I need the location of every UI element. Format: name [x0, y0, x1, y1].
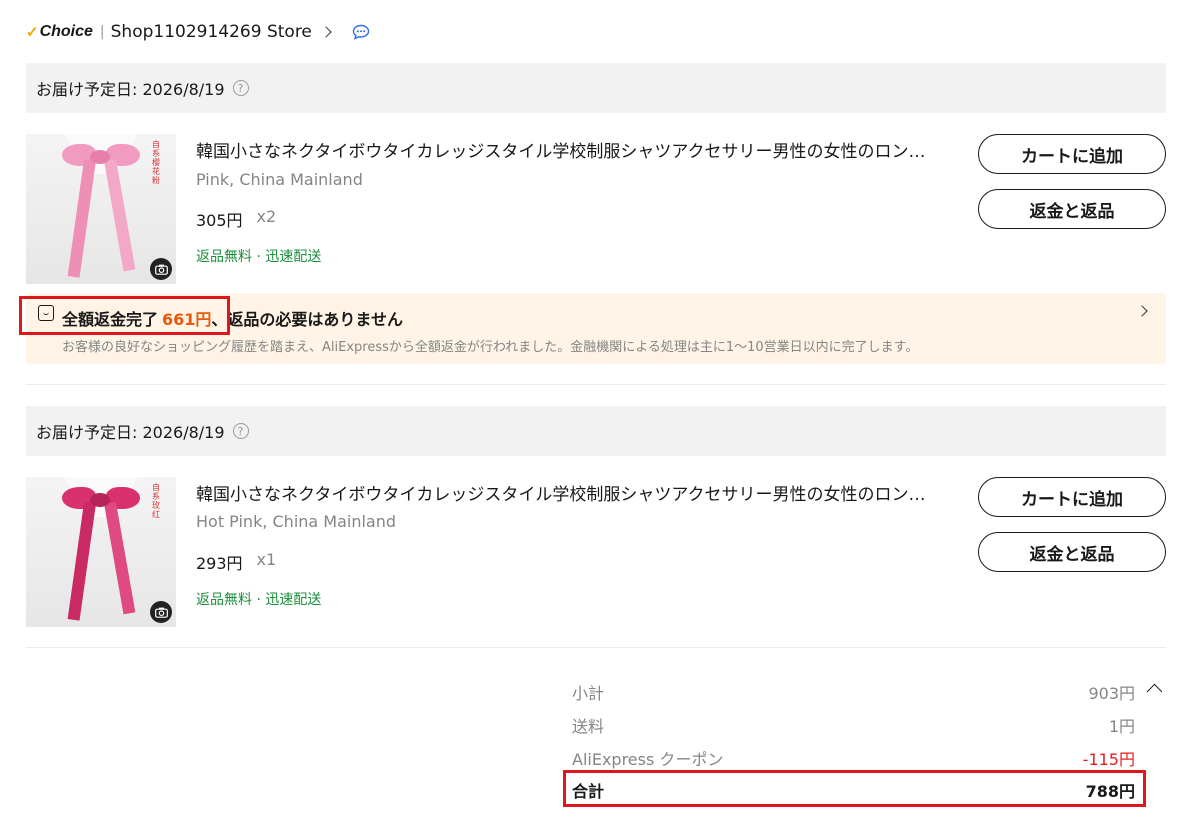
chevron-right-icon[interactable] — [1136, 305, 1148, 317]
choice-label: Choice — [39, 23, 93, 40]
product-title[interactable]: 韓国小さなネクタイボウタイカレッジスタイル学校制服シャツアクセサリー男性の女性の… — [196, 480, 946, 505]
check-icon: ✓ — [26, 24, 39, 41]
store-name-link[interactable]: Shop1102914269 Store — [111, 22, 312, 42]
store-header: ✓ Choice | Shop1102914269 Store — [26, 18, 370, 46]
product-variant: Pink, China Mainland — [196, 170, 363, 189]
product-quantity: x1 — [256, 550, 277, 569]
product-price: 305円 — [196, 211, 243, 230]
refund-description: お客様の良好なショッピング履歴を踏まえ、AliExpressから全額返金が行われ… — [62, 340, 919, 355]
divider — [26, 647, 1166, 648]
choice-logo: ✓ Choice — [26, 23, 93, 41]
bow-knot — [90, 493, 110, 507]
product-tags: 返品無料 · 迅速配送 — [196, 249, 322, 265]
delivery-date: お届け予定日: 2026/8/19 — [36, 80, 225, 99]
bow-ribbon — [67, 159, 96, 278]
bow-knot — [90, 150, 110, 164]
chevron-up-icon[interactable] — [1146, 683, 1163, 700]
product-tags: 返品無料 · 迅速配送 — [196, 592, 322, 608]
product-image[interactable]: 自系樱花粉 — [26, 134, 176, 284]
refund-suffix: 、返品の必要はありません — [211, 310, 403, 329]
product-image[interactable]: 自系玫红 — [26, 477, 176, 627]
product-price: 293円 — [196, 554, 243, 573]
product-price-row: 293円 x1 — [196, 550, 276, 574]
product-price-row: 305円 x2 — [196, 207, 276, 231]
bow-ribbon — [104, 158, 136, 272]
refund-highlight-box — [19, 296, 230, 335]
delivery-date-bar: お届け予定日: 2026/8/19 ? — [26, 63, 1166, 113]
coupon-label: AliExpress クーポン — [572, 750, 724, 769]
camera-icon[interactable] — [150, 258, 172, 280]
subtotal-label: 小計 — [572, 684, 605, 703]
total-highlight-box — [563, 770, 1146, 807]
product-variant: Hot Pink, China Mainland — [196, 512, 397, 531]
product-title[interactable]: 韓国小さなネクタイボウタイカレッジスタイル学校制服シャツアクセサリー男性の女性の… — [196, 137, 946, 162]
help-icon[interactable]: ? — [232, 423, 249, 439]
add-to-cart-button[interactable]: カートに追加 — [978, 134, 1166, 174]
delivery-date-bar: お届け予定日: 2026/8/19 ? — [26, 406, 1166, 456]
refund-return-button[interactable]: 返金と返品 — [978, 189, 1166, 229]
shipping-label: 送料 — [572, 717, 605, 736]
coupon-value: -115円 — [1082, 750, 1135, 769]
help-icon[interactable]: ? — [232, 80, 249, 96]
refund-return-button[interactable]: 返金と返品 — [978, 532, 1166, 572]
subtotal-value: 903円 — [1088, 684, 1135, 703]
product-quantity: x2 — [256, 207, 277, 226]
delivery-date: お届け予定日: 2026/8/19 — [36, 423, 225, 442]
shipping-row: 送料 1円 — [572, 713, 1135, 737]
coupon-row: AliExpress クーポン -115円 — [572, 746, 1135, 770]
subtotal-row: 小計 903円 — [572, 680, 1135, 704]
separator: | — [99, 24, 105, 40]
image-label: 自系玫红 — [152, 483, 160, 519]
chat-icon[interactable] — [352, 24, 370, 40]
chevron-right-icon[interactable] — [320, 26, 332, 38]
bow-ribbon — [104, 501, 136, 615]
add-to-cart-button[interactable]: カートに追加 — [978, 477, 1166, 517]
image-label: 自系樱花粉 — [152, 140, 160, 185]
bow-ribbon — [67, 502, 96, 621]
divider — [26, 384, 1166, 385]
shipping-value: 1円 — [1108, 717, 1135, 736]
camera-icon[interactable] — [150, 601, 172, 623]
